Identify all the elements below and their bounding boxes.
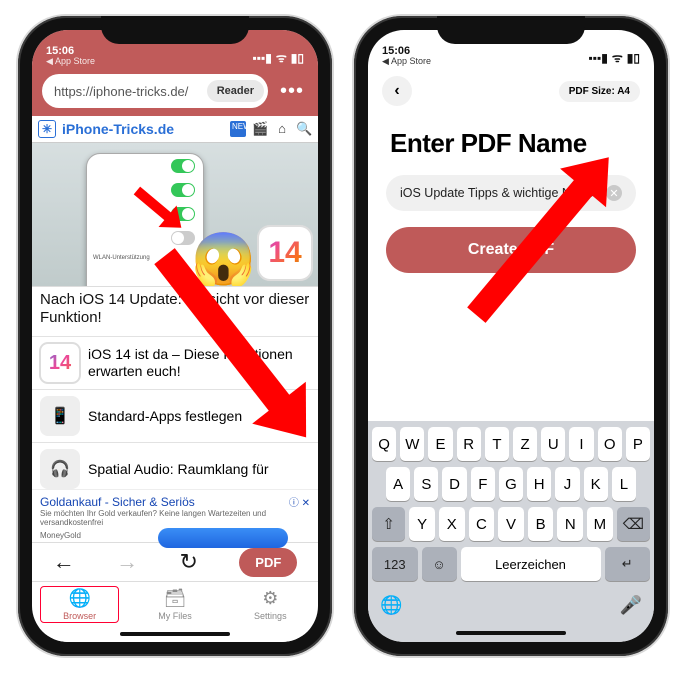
list-item-text: Spatial Audio: Raumklang für [88,461,269,478]
home-indicator[interactable] [368,624,654,642]
keyboard-row-3: ⇧ Y X C V B N M ⌫ [372,507,650,541]
globe-icon[interactable]: 🌐 [380,595,402,616]
key-123[interactable]: 123 [372,547,418,581]
search-icon[interactable]: 🔍 [296,121,312,137]
tab-settings[interactable]: ⚙ Settings [223,582,318,627]
pdf-size-button[interactable]: PDF Size: A4 [559,81,640,102]
key-q[interactable]: Q [372,427,396,461]
ad-close-icon[interactable]: ⓘ ✕ [289,494,310,509]
key-delete[interactable]: ⌫ [617,507,650,541]
back-button[interactable]: ‹ [382,76,412,106]
emoji-shocked-icon: 😱 [191,229,256,287]
key-d[interactable]: D [442,467,466,501]
key-n[interactable]: N [557,507,583,541]
key-b[interactable]: B [528,507,554,541]
tab-bar: 🌐 Browser 🗃 My Files ⚙ Settings [32,581,318,627]
nav-reload-button[interactable]: ↻ [179,549,197,575]
key-a[interactable]: A [386,467,410,501]
key-e[interactable]: E [428,427,452,461]
key-z[interactable]: Z [513,427,537,461]
ad-cta-button[interactable] [158,528,288,548]
key-p[interactable]: P [626,427,650,461]
key-c[interactable]: C [469,507,495,541]
thumb-ios14-icon: 14 [40,343,80,383]
keyboard-toolbar: 🌐 🎤 [368,591,654,624]
site-name[interactable]: iPhone-Tricks.de [62,121,224,137]
thumb-audio-icon: 🎧 [40,449,80,489]
ad-title: Goldankauf - Sicher & Seriös [40,495,310,509]
reader-button[interactable]: Reader [207,80,264,102]
list-item-text: iOS 14 ist da – Diese Funktionen erwarte… [88,346,310,380]
key-r[interactable]: R [457,427,481,461]
ad-subtitle: Sie möchten Ihr Gold verkaufen? Keine la… [40,509,310,527]
new-badge: NEW [230,121,246,137]
signal-icon: ▪▪▪▮ [252,51,271,65]
url-bar[interactable]: https://iphone-tricks.de/ Reader [42,74,268,108]
url-text: https://iphone-tricks.de/ [54,84,207,99]
gear-icon: ⚙ [262,588,278,609]
key-shift[interactable]: ⇧ [372,507,405,541]
files-icon: 🗃 [164,588,187,609]
home-icon[interactable]: ⌂ [274,121,290,137]
tab-browser[interactable]: 🌐 Browser [32,582,127,627]
key-l[interactable]: L [612,467,636,501]
nav-back-button[interactable]: ← [53,549,75,575]
battery-icon: ▮▯ [291,51,304,65]
video-icon[interactable]: 🎬 [252,121,268,137]
home-indicator[interactable] [32,627,318,642]
key-m[interactable]: M [587,507,613,541]
battery-icon: ▮▯ [627,51,640,65]
pdf-button[interactable]: PDF [239,548,297,577]
status-back-app[interactable]: ◀ App Store [46,57,95,66]
key-h[interactable]: H [527,467,551,501]
ad-banner[interactable]: ⓘ ✕ Goldankauf - Sicher & Seriös Sie möc… [32,489,318,542]
key-v[interactable]: V [498,507,524,541]
key-emoji[interactable]: ☺ [422,547,457,581]
key-space[interactable]: Leerzeichen [461,547,601,581]
tab-my-files[interactable]: 🗃 My Files [127,582,222,627]
signal-icon: ▪▪▪▮ [588,51,607,65]
globe-icon: 🌐 [68,588,90,609]
key-t[interactable]: T [485,427,509,461]
mic-icon[interactable]: 🎤 [620,595,642,616]
list-item-text: Standard-Apps festlegen [88,408,242,425]
keyboard-row-4: 123 ☺ Leerzeichen ↵ [372,547,650,581]
keyboard-row-1: Q W E R T Z U I O P [372,427,650,461]
notch [101,16,249,44]
key-o[interactable]: O [598,427,622,461]
key-s[interactable]: S [414,467,438,501]
wifi-icon: ᯤ [612,49,623,66]
nav-forward-button[interactable]: → [116,549,138,575]
key-j[interactable]: J [555,467,579,501]
site-logo-icon: ✳ [38,120,56,138]
key-y[interactable]: Y [409,507,435,541]
key-w[interactable]: W [400,427,424,461]
article-headline[interactable]: Nach iOS 14 Update: Vorsicht vor dieser … [32,287,318,338]
more-icon[interactable]: ••• [276,80,308,103]
key-f[interactable]: F [471,467,495,501]
thumb-apps-icon: 📱 [40,396,80,436]
key-return[interactable]: ↵ [605,547,651,581]
keyboard-row-2: A S D F G H J K L [372,467,650,501]
key-i[interactable]: I [569,427,593,461]
key-k[interactable]: K [584,467,608,501]
notch [437,16,585,44]
phone-left: 15:06 ◀ App Store ▪▪▪▮ ᯤ ▮▯ https://ipho… [18,16,332,656]
wifi-icon: ᯤ [276,49,287,66]
phone-right: 15:06 ◀ App Store ▪▪▪▮ ᯤ ▮▯ ‹ PDF Size: … [354,16,668,656]
site-header: ✳ iPhone-Tricks.de NEW 🎬 ⌂ 🔍 [32,116,318,143]
key-g[interactable]: G [499,467,523,501]
keyboard[interactable]: Q W E R T Z U I O P A S D F G H J K L [368,421,654,591]
status-back-app[interactable]: ◀ App Store [382,57,431,66]
key-x[interactable]: X [439,507,465,541]
key-u[interactable]: U [541,427,565,461]
